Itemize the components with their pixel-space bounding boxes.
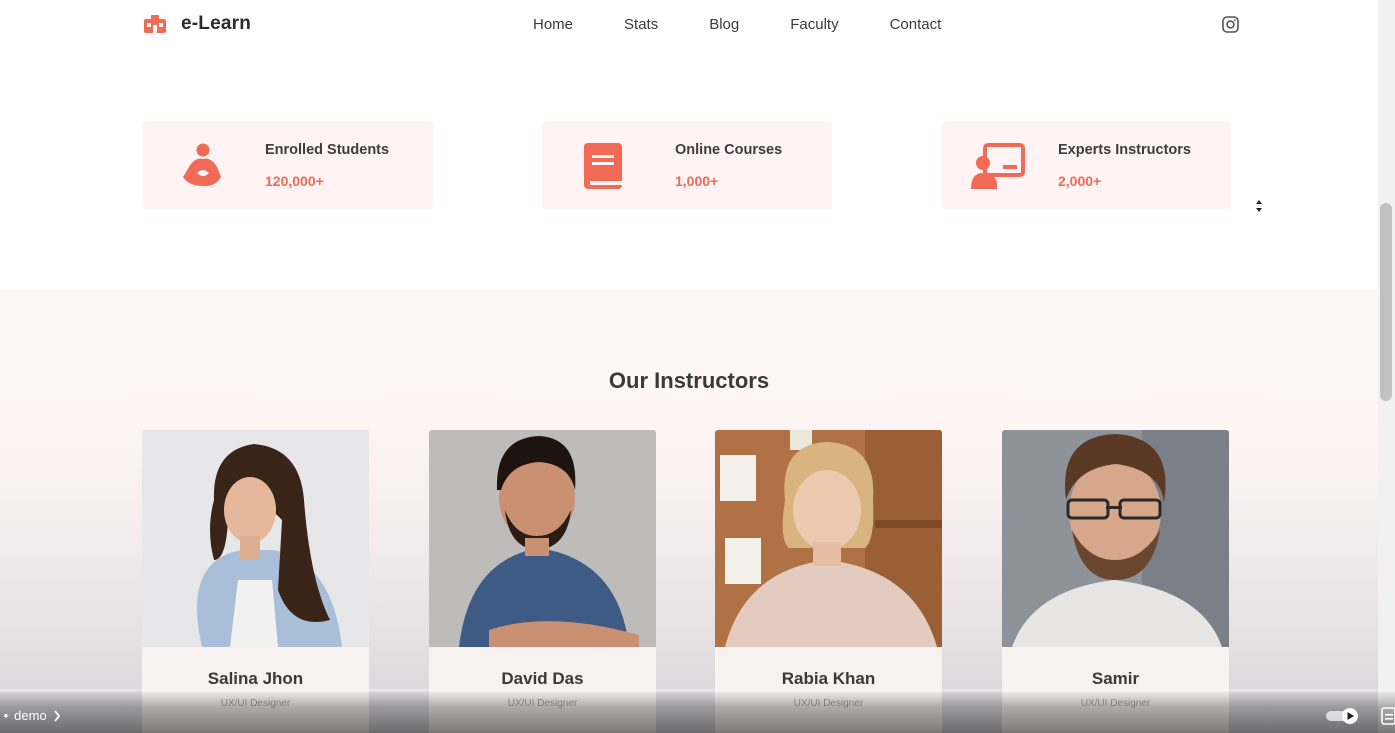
chapter-button[interactable]: • demo (0, 708, 61, 723)
stat-title: Experts Instructors (1058, 142, 1191, 158)
instructor-photo (429, 430, 656, 647)
instructor-name: Salina Jhon (207, 669, 304, 688)
brand-name: e-Learn (181, 13, 252, 34)
instructor-name: Samir (1091, 669, 1140, 688)
top-navbar: e-Learn Home Stats Blog Faculty Contact (0, 0, 1378, 52)
chapter-label: demo (14, 708, 47, 723)
video-progress-bar[interactable] (0, 689, 1395, 692)
autoplay-toggle-icon[interactable] (1326, 707, 1360, 725)
subtitles-icon[interactable] (1381, 706, 1395, 726)
teacher-board-icon (971, 143, 1025, 189)
stat-value: 120,000+ (265, 173, 324, 189)
instructor-card[interactable]: David Das UX/UI Designer (429, 430, 656, 733)
nav-stats[interactable]: Stats (624, 16, 658, 33)
instructor-name: Rabia Khan (781, 669, 876, 688)
stat-title: Online Courses (675, 142, 783, 158)
nav-menu: Home Stats Blog Faculty Contact (533, 16, 941, 33)
instagram-icon[interactable] (1222, 16, 1239, 33)
chapter-separator: • (0, 708, 9, 723)
nav-blog[interactable]: Blog (709, 16, 739, 33)
instructor-card[interactable]: Samir UX/UI Designer (1002, 430, 1229, 733)
instructor-photo (715, 430, 942, 647)
stat-card-students: Enrolled Students 120,000+ (143, 121, 433, 209)
scroll-indicator-icon (1256, 200, 1262, 212)
instructor-card[interactable]: Salina Jhon UX/UI Designer (142, 430, 369, 733)
student-icon (183, 143, 221, 187)
stat-value: 2,000+ (1058, 173, 1102, 189)
book-icon (584, 143, 622, 189)
instructor-name: David Das (501, 669, 584, 688)
stat-value: 1,000+ (675, 173, 719, 189)
section-title: Our Instructors (608, 368, 770, 393)
instructor-photo (1002, 430, 1229, 647)
stat-card-instructors: Experts Instructors 2,000+ (941, 121, 1231, 209)
stat-title: Enrolled Students (265, 142, 390, 158)
video-controls-bar (0, 690, 1395, 733)
instructor-photo (142, 430, 369, 647)
nav-home[interactable]: Home (533, 16, 573, 33)
nav-contact[interactable]: Contact (890, 16, 942, 33)
stat-card-courses: Online Courses 1,000+ (542, 121, 832, 209)
building-logo-icon (144, 15, 166, 33)
nav-faculty[interactable]: Faculty (790, 16, 838, 33)
brand-logo[interactable]: e-Learn (143, 13, 251, 35)
scrollbar-thumb[interactable] (1380, 203, 1392, 401)
instructor-card[interactable]: Rabia Khan UX/UI Designer (715, 430, 942, 733)
chevron-right-icon (54, 709, 60, 722)
